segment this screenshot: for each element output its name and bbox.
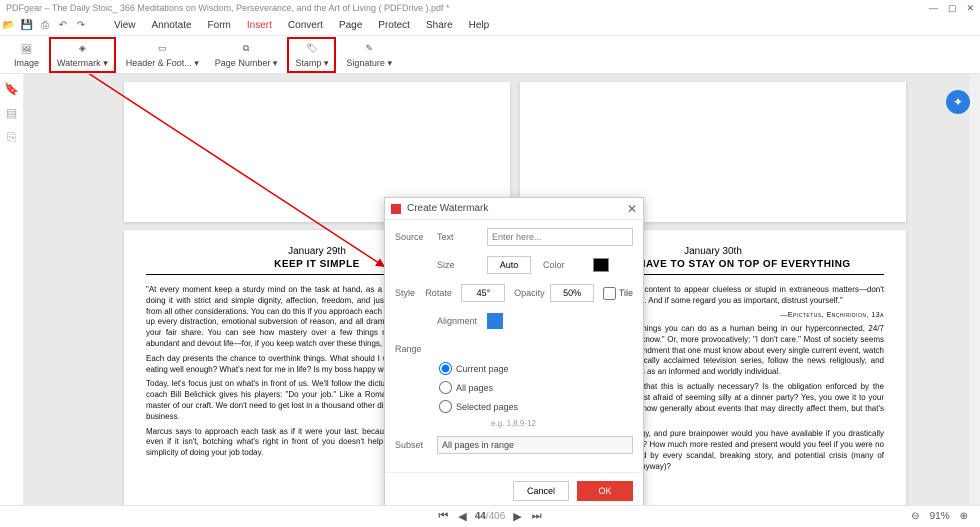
color-swatch[interactable] [593,258,609,272]
text-label: Text [437,232,487,242]
print-icon[interactable]: ⎙ [36,20,54,31]
ok-button[interactable]: OK [577,481,633,501]
create-watermark-dialog: Create Watermark ✕ Source Text Size Colo… [384,197,644,505]
page-number-icon: ⧉ [238,41,254,57]
close-icon[interactable]: ✕ [966,3,974,14]
open-icon[interactable]: 📂 [0,20,18,31]
watermark-icon: ◈ [74,41,90,57]
stamp-button[interactable]: 🏷 Stamp ▾ [287,37,336,73]
dialog-close-button[interactable]: ✕ [627,202,637,216]
watermark-label: Watermark ▾ [57,58,108,69]
menu-help[interactable]: Help [461,20,498,31]
menu-insert[interactable]: Insert [239,20,280,31]
signature-icon: ✎ [361,41,377,57]
size-label: Size [437,260,487,270]
prev-page-button[interactable]: ◀ [456,510,468,523]
opacity-input[interactable] [550,284,594,302]
subset-label: Subset [395,440,437,450]
document-area: January 29th KEEP IT SIMPLE "At every mo… [24,74,980,505]
menu-protect[interactable]: Protect [370,20,418,31]
header-footer-label: Header & Foot... ▾ [126,58,199,69]
left-rail: 🔖 ▤ ⎘ [0,74,24,505]
color-label: Color [543,260,593,270]
alignment-label: Alignment [437,316,487,326]
minimize-icon[interactable]: — [929,3,938,14]
range-label: Range [395,344,437,354]
menu-convert[interactable]: Convert [280,20,331,31]
bookmark-icon[interactable]: 🔖 [4,82,19,96]
menu-form[interactable]: Form [200,20,239,31]
maximize-icon[interactable]: ▢ [948,3,957,14]
menu-view[interactable]: View [106,20,144,31]
opacity-label: Opacity [514,288,550,298]
image-label: Image [14,58,39,68]
menu-page[interactable]: Page [331,20,370,31]
vertical-scrollbar[interactable] [970,74,980,505]
watermark-text-input[interactable] [487,228,633,246]
status-bar: ⏮ ◀ 44/406 ▶ ⏭ ⊖ 91% ⊕ [0,505,980,527]
header-footer-icon: ▭ [154,41,170,57]
first-page-button[interactable]: ⏮ [436,510,450,523]
signature-button[interactable]: ✎ Signature ▾ [340,39,398,71]
menu-bar: 📂 💾 ⎙ ↶ ↷ View Annotate Form Insert Conv… [0,16,980,36]
cancel-button[interactable]: Cancel [513,481,569,501]
page-number-button[interactable]: ⧉ Page Number ▾ [209,39,284,71]
last-page-button[interactable]: ⏭ [530,510,544,523]
redo-icon[interactable]: ↷ [72,20,90,31]
source-label: Source [395,232,437,242]
app-title: PDFgear – The Daily Stoic_ 366 Meditatio… [6,3,450,13]
thumbnail-icon[interactable]: ▤ [6,106,17,120]
subset-select[interactable]: All pages in range [437,436,633,454]
range-selected-radio[interactable]: Selected pages [439,400,633,413]
attachment-icon[interactable]: ⎘ [7,130,17,145]
zoom-in-button[interactable]: ⊕ [960,511,968,522]
pager: ⏮ ◀ 44/406 ▶ ⏭ [436,510,543,523]
next-page-button[interactable]: ▶ [511,510,523,523]
image-button[interactable]: 🖼 Image [8,39,45,70]
stamp-icon: 🏷 [304,41,320,57]
alignment-swatch[interactable] [487,313,503,329]
dialog-titlebar: Create Watermark ✕ [385,198,643,220]
window-controls: — ▢ ✕ [929,3,974,14]
rotate-input[interactable] [461,284,505,302]
tile-checkbox[interactable]: Tile [603,287,633,300]
page-number-label: Page Number ▾ [215,58,278,69]
dialog-title: Create Watermark [407,203,488,214]
watermark-button[interactable]: ◈ Watermark ▾ [49,37,116,73]
style-label: Style [395,288,425,298]
ribbon: 🖼 Image ◈ Watermark ▾ ▭ Header & Foot...… [0,36,980,74]
zoom-out-button[interactable]: ⊖ [911,511,919,522]
title-bar: PDFgear – The Daily Stoic_ 366 Meditatio… [0,0,980,16]
menu-share[interactable]: Share [418,20,461,31]
page-number[interactable]: 44/406 [475,511,506,522]
range-hint: e.g. 1,8,9-12 [491,419,633,428]
assistant-badge[interactable]: ✦ [946,90,970,114]
menu-annotate[interactable]: Annotate [144,20,200,31]
app-icon [391,204,401,214]
header-footer-button[interactable]: ▭ Header & Foot... ▾ [120,39,205,71]
range-current-radio[interactable]: Current page [439,362,633,375]
zoom-value: 91% [930,511,950,522]
image-icon: 🖼 [19,41,35,57]
range-all-radio[interactable]: All pages [439,381,633,394]
undo-icon[interactable]: ↶ [54,20,72,31]
signature-label: Signature ▾ [346,58,392,69]
rotate-label: Rotate [425,288,461,298]
stamp-label: Stamp ▾ [295,58,328,69]
size-input[interactable] [487,256,531,274]
save-icon[interactable]: 💾 [18,20,36,31]
zoom-controls: ⊖ 91% ⊕ [911,511,980,522]
